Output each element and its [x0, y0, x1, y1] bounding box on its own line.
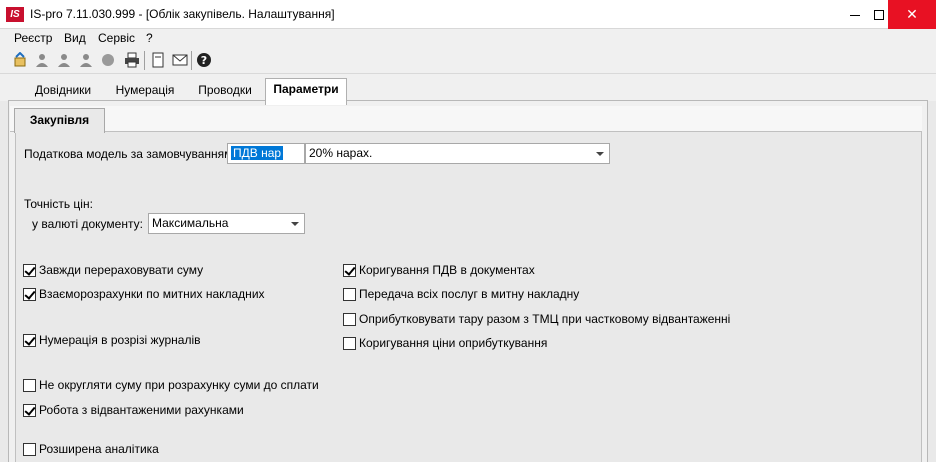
checkbox-box[interactable] [23, 288, 36, 301]
document-currency-precision-value: Максимальна [152, 216, 229, 230]
user-icon[interactable] [34, 52, 50, 68]
refresh-icon[interactable] [12, 52, 28, 68]
tax-model-code-input[interactable]: ПДВ нар [227, 143, 305, 164]
checkbox-box[interactable] [23, 404, 36, 417]
close-button[interactable]: ✕ [888, 0, 936, 29]
svg-text:?: ? [201, 54, 207, 67]
title-bar: IS IS-pro 7.11.030.999 - [Облік закупіве… [0, 0, 936, 29]
menu-service[interactable]: Сервіс [98, 31, 135, 45]
stop-icon[interactable] [100, 52, 116, 68]
chevron-down-icon[interactable] [596, 152, 604, 156]
tax-model-value: 20% нарах. [309, 146, 373, 160]
tax-model-code-value: ПДВ нар [231, 146, 284, 160]
maximize-icon [874, 10, 884, 21]
toolbar: ? [0, 48, 936, 74]
menu-registry[interactable]: Реєстр [14, 31, 52, 45]
checkbox-box[interactable] [23, 264, 36, 277]
help-icon[interactable]: ? [196, 52, 212, 68]
tax-model-label: Податкова модель за замовчуванням: [24, 147, 236, 161]
checkbox-box[interactable] [23, 334, 36, 347]
document-currency-label: у валюті документу: [32, 217, 143, 231]
chevron-down-icon[interactable] [291, 222, 299, 226]
tab-directories[interactable]: Довідники [22, 80, 104, 102]
close-icon: ✕ [906, 6, 918, 22]
menu-bar: Реєстр Вид Сервіс ? [0, 29, 936, 48]
user-add-icon[interactable] [56, 52, 72, 68]
checkbox-box[interactable] [343, 264, 356, 277]
toolbar-separator [144, 51, 145, 70]
user-remove-icon[interactable] [78, 52, 94, 68]
window-title: IS-pro 7.11.030.999 - [Облік закупівель.… [30, 7, 335, 21]
document-icon[interactable] [150, 52, 166, 68]
checkbox-box[interactable] [343, 337, 356, 350]
toolbar-separator [191, 51, 192, 70]
tab-procurement[interactable]: Закупівля [14, 108, 105, 133]
print-icon[interactable] [124, 52, 140, 68]
checkbox-box[interactable] [343, 313, 356, 326]
price-precision-heading: Точність цін: [24, 197, 93, 211]
minimize-icon [850, 14, 860, 16]
tab-parameters[interactable]: Параметри [265, 78, 347, 105]
document-currency-precision-dropdown[interactable]: Максимальна [148, 213, 305, 234]
inner-tab-strip [10, 106, 922, 132]
menu-view[interactable]: Вид [64, 31, 86, 45]
checkbox-box[interactable] [343, 288, 356, 301]
checkbox-box[interactable] [23, 379, 36, 392]
mail-icon[interactable] [172, 52, 188, 68]
tax-model-dropdown[interactable]: 20% нарах. [305, 143, 610, 164]
app-logo-icon: IS [6, 7, 24, 22]
menu-help[interactable]: ? [146, 31, 153, 45]
checkbox-box[interactable] [23, 443, 36, 456]
tab-numbering[interactable]: Нумерація [104, 80, 186, 102]
tab-postings[interactable]: Проводки [186, 80, 264, 102]
